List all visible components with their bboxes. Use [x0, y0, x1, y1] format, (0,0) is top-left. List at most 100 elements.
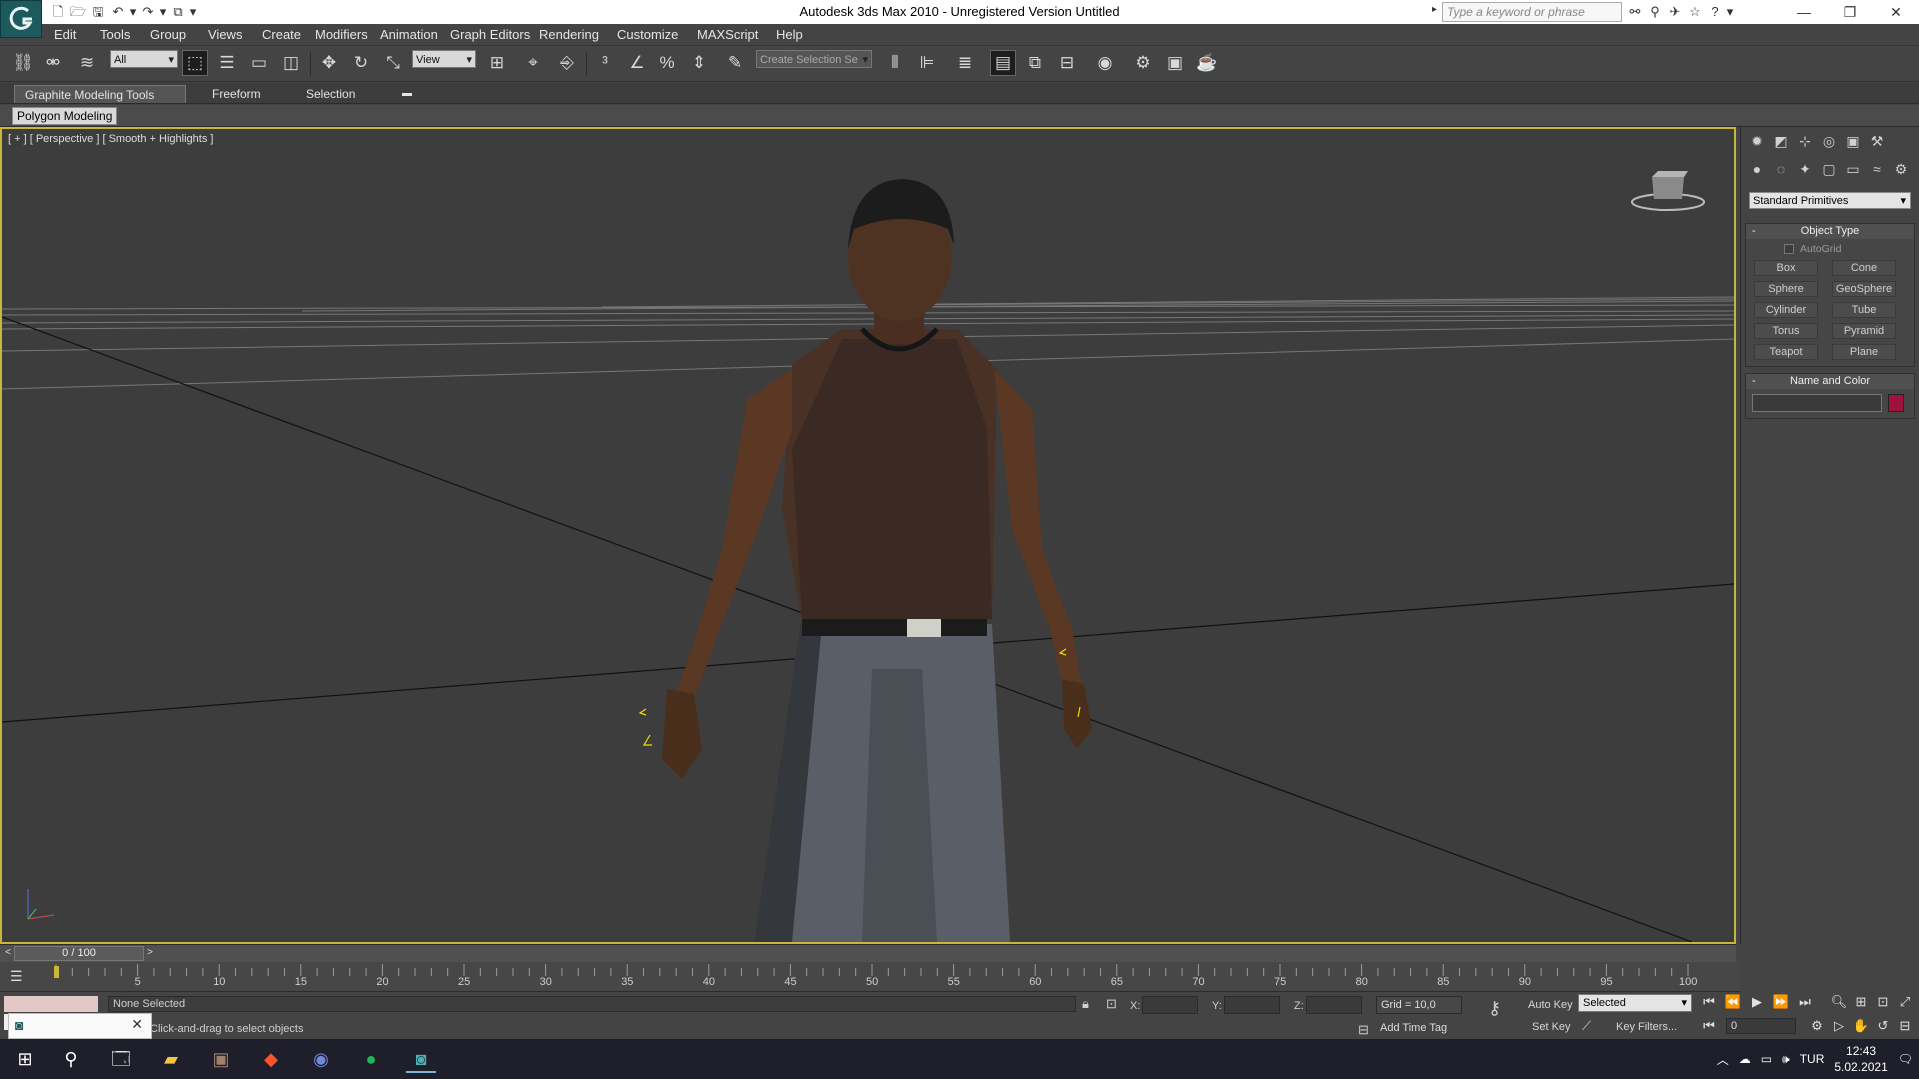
go-to-start-icon[interactable]: ⏮	[1698, 994, 1720, 1010]
tray-app-icon[interactable]: ☁	[1739, 1052, 1751, 1066]
qa-dropdown-icon[interactable]: ▾	[188, 3, 198, 21]
tube-button[interactable]: Tube	[1832, 302, 1896, 318]
select-and-scale-icon[interactable]: ⤡	[380, 50, 406, 76]
maximize-viewport-icon[interactable]: ⤢	[1894, 994, 1916, 1010]
absolute-mode-icon[interactable]: ⊡	[1106, 996, 1117, 1012]
percent-snap-icon[interactable]: %	[654, 50, 680, 76]
time-slider-thumb[interactable]: 0 / 100	[14, 946, 144, 961]
snaps-toggle-icon[interactable]: ³	[592, 50, 618, 76]
tray-expand-icon[interactable]: ︿	[1717, 1051, 1729, 1068]
primitive-category-dropdown[interactable]: Standard Primitives	[1749, 192, 1911, 210]
menu-rendering[interactable]: Rendering	[539, 27, 599, 42]
y-coordinate-field[interactable]	[1224, 996, 1280, 1014]
x-coordinate-field[interactable]	[1142, 996, 1198, 1014]
tab-graphite-modeling-tools[interactable]: Graphite Modeling Tools	[14, 85, 186, 103]
menu-views[interactable]: Views	[208, 27, 242, 42]
z-coordinate-field[interactable]	[1306, 996, 1362, 1014]
mirror-icon[interactable]: ⫴	[882, 50, 908, 76]
clock[interactable]: 12:43 5.02.2021	[1834, 1043, 1887, 1075]
binoculars-icon[interactable]: ⚯	[1625, 3, 1645, 21]
menu-maxscript[interactable]: MAXScript	[697, 27, 758, 42]
schematic-view-icon[interactable]: ⊟	[1054, 50, 1080, 76]
zoom-icon[interactable]: 🔍︎	[1828, 994, 1850, 1010]
menu-customize[interactable]: Customize	[617, 27, 678, 42]
shapes-icon[interactable]: ◌	[1771, 159, 1791, 179]
search-expand-icon[interactable]: ▸	[1432, 4, 1437, 15]
previous-frame-icon[interactable]: ⏪	[1722, 994, 1744, 1010]
key-mode-dropdown[interactable]: Selected	[1578, 994, 1692, 1012]
task-view-icon[interactable]: 🗔	[106, 1045, 136, 1073]
menu-create[interactable]: Create	[262, 27, 301, 42]
sphere-button[interactable]: Sphere	[1754, 281, 1818, 297]
character-model[interactable]	[662, 179, 1092, 942]
select-and-rotate-icon[interactable]: ↻	[348, 50, 374, 76]
time-slider-prev-icon[interactable]: <	[2, 947, 14, 961]
edit-named-selection-icon[interactable]: ✎	[722, 50, 748, 76]
popup-close-icon[interactable]: ✕	[131, 1016, 143, 1033]
plane-button[interactable]: Plane	[1832, 344, 1896, 360]
save-icon[interactable]: 🖫	[88, 3, 108, 21]
systems-icon[interactable]: ⚙	[1891, 159, 1911, 179]
tab-freeform[interactable]: Freeform	[202, 85, 271, 103]
ribbon-options-icon[interactable]: ▬	[392, 85, 422, 103]
current-frame-field[interactable]: 0	[1726, 1018, 1796, 1034]
search-input[interactable]	[1442, 2, 1622, 22]
minimize-icon[interactable]: —	[1781, 0, 1827, 24]
start-icon[interactable]: ⊞	[10, 1045, 40, 1073]
open-file-icon[interactable]: 🗁	[68, 3, 88, 21]
select-and-manipulate-icon[interactable]: ⌖	[520, 50, 546, 76]
menu-tools[interactable]: Tools	[100, 27, 130, 42]
brave-browser-icon[interactable]: ◆	[256, 1045, 286, 1073]
graphite-toggle-icon[interactable]: ▤	[990, 50, 1016, 76]
menu-modifiers[interactable]: Modifiers	[315, 27, 368, 42]
selection-filter-dropdown[interactable]: All	[110, 50, 178, 69]
modify-tab-icon[interactable]: ◩	[1771, 131, 1791, 151]
time-slider[interactable]: < 0 / 100 >	[0, 944, 1736, 962]
key-mode-toggle-icon[interactable]: ⏮	[1698, 1018, 1720, 1034]
next-frame-icon[interactable]: ⏩	[1770, 994, 1792, 1010]
help-icon[interactable]: ?	[1705, 3, 1725, 21]
unlink-icon[interactable]: ⚮	[40, 50, 66, 76]
box-button[interactable]: Box	[1754, 260, 1818, 276]
notifications-icon[interactable]: 🗨	[1898, 1052, 1913, 1066]
key-filters-button[interactable]: Key Filters...	[1616, 1021, 1677, 1033]
volume-icon[interactable]: 🕪	[1782, 1052, 1790, 1067]
zoom-extents-icon[interactable]: ⊡	[1872, 994, 1894, 1010]
select-object-icon[interactable]: ⬚	[182, 50, 208, 76]
helpers-icon[interactable]: ▭	[1843, 159, 1863, 179]
redo-icon[interactable]: ↷	[138, 3, 158, 21]
teapot-button[interactable]: Teapot	[1754, 344, 1818, 360]
rendered-frame-window-icon[interactable]: ▣	[1162, 50, 1188, 76]
current-frame-marker[interactable]	[54, 966, 59, 978]
window-crossing-icon[interactable]: ◫	[278, 50, 304, 76]
geosphere-button[interactable]: GeoSphere	[1832, 281, 1896, 297]
default-tangent-icon[interactable]: ⟋	[1582, 1018, 1591, 1034]
redo-dropdown-icon[interactable]: ▾	[158, 3, 168, 21]
render-setup-icon[interactable]: ⚙	[1130, 50, 1156, 76]
bind-space-warp-icon[interactable]: ≋	[74, 50, 100, 76]
maxscript-listener-top[interactable]	[4, 996, 98, 1012]
set-key-button[interactable]: Set Key	[1532, 1021, 1571, 1033]
lights-icon[interactable]: ✦	[1795, 159, 1815, 179]
key-icon[interactable]: ⚷	[1488, 998, 1501, 1019]
geometry-icon[interactable]: ●	[1747, 159, 1767, 179]
restore-icon[interactable]: ❐	[1827, 0, 1873, 24]
cameras-icon[interactable]: ▢	[1819, 159, 1839, 179]
add-time-tag-button[interactable]: Add Time Tag	[1376, 1020, 1462, 1036]
spotify-icon[interactable]: ●	[356, 1045, 386, 1073]
subscription-icon[interactable]: ⚲	[1645, 3, 1665, 21]
undo-dropdown-icon[interactable]: ▾	[128, 3, 138, 21]
pan-view-icon[interactable]: ✋	[1850, 1018, 1872, 1034]
select-and-move-icon[interactable]: ✥	[316, 50, 342, 76]
object-name-field[interactable]	[1752, 394, 1882, 412]
field-of-view-icon[interactable]: ▷	[1828, 1018, 1850, 1034]
search-icon[interactable]: ⚲	[56, 1045, 86, 1073]
auto-key-button[interactable]: Auto Key	[1528, 999, 1573, 1011]
orbit-icon[interactable]: ↺	[1872, 1018, 1894, 1034]
game-icon[interactable]: ▣	[206, 1045, 236, 1073]
viewcube-icon[interactable]	[1628, 165, 1708, 215]
go-to-end-icon[interactable]: ⏭	[1794, 994, 1816, 1010]
object-type-header[interactable]: Object Type	[1746, 224, 1914, 239]
language-indicator[interactable]: TUR	[1800, 1052, 1825, 1066]
network-icon[interactable]: ▭	[1761, 1052, 1772, 1066]
